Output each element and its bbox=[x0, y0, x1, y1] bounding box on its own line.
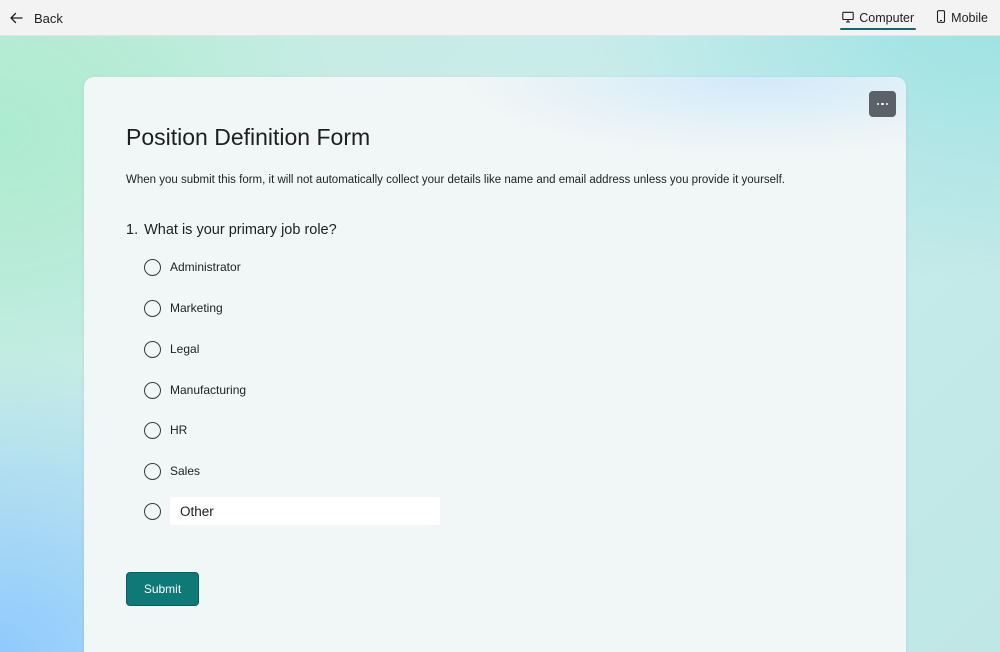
arrow-left-icon bbox=[8, 10, 24, 26]
form-title: Position Definition Form bbox=[126, 124, 371, 150]
back-button[interactable]: Back bbox=[8, 6, 63, 30]
option-legal[interactable]: Legal bbox=[144, 338, 199, 360]
other-text-field[interactable] bbox=[170, 497, 440, 525]
radio-button[interactable] bbox=[144, 381, 161, 399]
form-card: Position Definition Form When you submit… bbox=[84, 77, 906, 652]
option-manufacturing[interactable]: Manufacturing bbox=[144, 379, 246, 401]
top-bar: Back Computer Mobile bbox=[0, 0, 1000, 36]
monitor-icon bbox=[842, 11, 855, 26]
option-hr[interactable]: HR bbox=[144, 419, 187, 441]
tab-computer-label: Computer bbox=[859, 11, 915, 25]
radio-button[interactable] bbox=[144, 258, 161, 276]
submit-button[interactable]: Submit bbox=[126, 572, 199, 606]
form-description: When you submit this form, it will not a… bbox=[126, 174, 785, 186]
question-1: 1. What is your primary job role? bbox=[126, 222, 337, 238]
option-label: HR bbox=[170, 423, 188, 437]
option-label: Manufacturing bbox=[170, 383, 247, 397]
more-horizontal-icon bbox=[876, 102, 880, 106]
tab-mobile-label: Mobile bbox=[951, 11, 988, 25]
option-administrator[interactable]: Administrator bbox=[144, 256, 241, 278]
question-number: 1. bbox=[126, 222, 139, 238]
option-marketing[interactable]: Marketing bbox=[144, 297, 223, 319]
option-other[interactable] bbox=[144, 500, 161, 522]
option-label: Legal bbox=[170, 342, 200, 356]
radio-button[interactable] bbox=[144, 340, 161, 358]
radio-button[interactable] bbox=[144, 462, 161, 480]
tab-mobile[interactable]: Mobile bbox=[934, 0, 990, 36]
option-label: Administrator bbox=[170, 260, 241, 274]
option-label: Sales bbox=[170, 464, 201, 478]
radio-button[interactable] bbox=[144, 299, 161, 317]
tab-computer[interactable]: Computer bbox=[840, 0, 917, 36]
view-toggle: Computer Mobile bbox=[840, 0, 990, 36]
more-options-button[interactable] bbox=[869, 91, 896, 117]
radio-button[interactable] bbox=[144, 502, 161, 520]
phone-icon bbox=[936, 10, 946, 26]
radio-button[interactable] bbox=[144, 421, 161, 439]
question-text: What is your primary job role? bbox=[144, 222, 337, 238]
option-label: Marketing bbox=[170, 301, 223, 315]
back-label: Back bbox=[34, 10, 63, 26]
option-sales[interactable]: Sales bbox=[144, 460, 200, 482]
